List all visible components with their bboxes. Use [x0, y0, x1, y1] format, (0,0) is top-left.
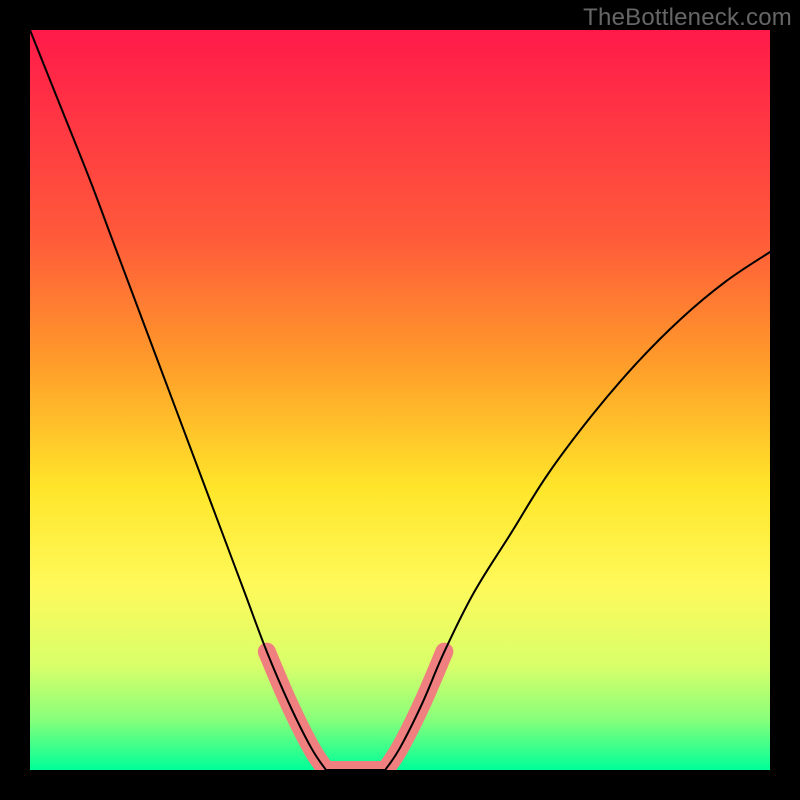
chart-svg [30, 30, 770, 770]
plot-area [30, 30, 770, 770]
chart-frame: TheBottleneck.com [0, 0, 800, 800]
watermark-text: TheBottleneck.com [583, 4, 792, 32]
gradient-bg [30, 30, 770, 770]
